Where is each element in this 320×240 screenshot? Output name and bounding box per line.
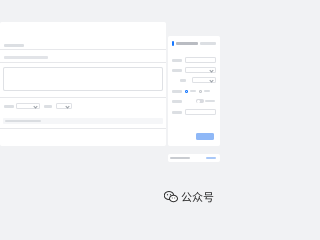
select-2[interactable] — [56, 103, 72, 109]
bottom-divider — [0, 128, 166, 129]
settings-input-1[interactable] — [185, 57, 216, 63]
settings-label-2 — [172, 69, 182, 72]
toggle-label — [205, 100, 215, 102]
settings-select-1[interactable] — [185, 67, 216, 73]
settings-accent-bar — [172, 41, 174, 46]
hint-text — [5, 120, 41, 122]
settings-subtitle — [200, 42, 216, 45]
field-label-2 — [44, 105, 52, 108]
settings-select-2[interactable] — [192, 77, 216, 83]
settings-label-5 — [172, 100, 182, 103]
editor-divider — [0, 62, 166, 63]
settings-label-4 — [172, 90, 182, 93]
field-label-1 — [4, 105, 14, 108]
radio-option-2[interactable] — [199, 89, 202, 93]
section-divider — [0, 49, 166, 50]
settings-heading — [176, 42, 198, 45]
watermark-text: 公众号 — [181, 192, 214, 204]
chevron-down-icon — [65, 104, 70, 109]
settings-toggle[interactable] — [196, 99, 204, 103]
chevron-down-icon — [33, 104, 38, 109]
preview-label — [170, 156, 190, 159]
section-title — [4, 44, 24, 47]
settings-label-3 — [180, 79, 186, 82]
preview-link[interactable] — [206, 156, 216, 159]
save-button[interactable] — [196, 133, 214, 140]
chevron-down-icon — [209, 78, 214, 83]
radio-label-1 — [189, 90, 196, 92]
chevron-down-icon — [209, 68, 214, 73]
toolbar-row[interactable] — [4, 56, 48, 59]
settings-divider — [0, 97, 166, 98]
settings-label-6 — [172, 111, 182, 114]
radio-label-2 — [203, 90, 210, 92]
prompt-textarea[interactable] — [3, 67, 163, 91]
settings-input-2[interactable] — [185, 109, 216, 115]
radio-option-1[interactable] — [185, 89, 188, 93]
select-1[interactable] — [16, 103, 40, 109]
watermark: 公众号 — [164, 190, 214, 204]
wechat-icon — [164, 191, 178, 203]
settings-label-1 — [172, 59, 182, 62]
